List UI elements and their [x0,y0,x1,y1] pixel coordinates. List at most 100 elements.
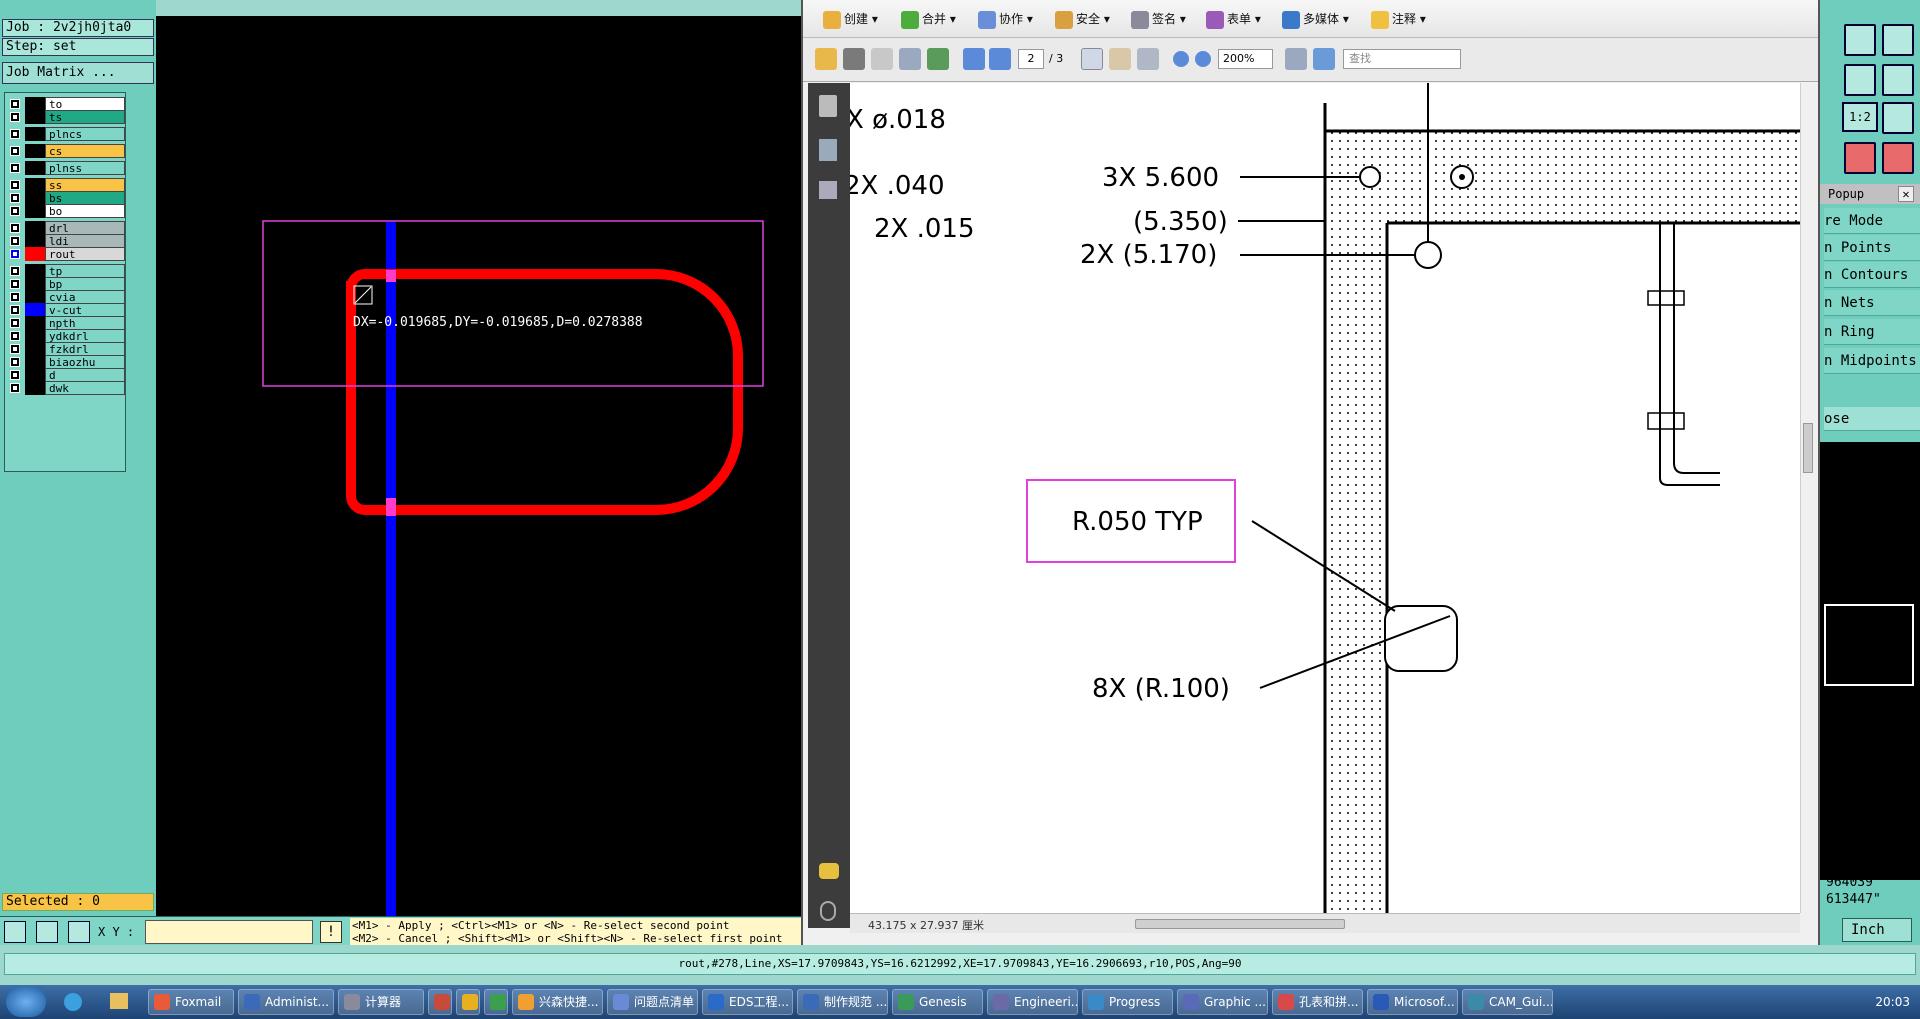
layer-checkbox[interactable] [10,129,20,139]
job-matrix-button[interactable]: Job Matrix ... [2,62,154,84]
layer-row-ts[interactable]: ts [7,110,125,124]
layer-color-swatch[interactable] [25,264,45,278]
taskbar-item[interactable]: Administ... [238,989,334,1015]
layer-color-swatch[interactable] [25,290,45,304]
sign-menu[interactable]: 签名 ▾ [1131,10,1186,29]
next-page-icon[interactable] [989,48,1011,70]
layer-row-ydkdrl[interactable]: ydkdrl [7,329,125,343]
layer-name[interactable]: v-cut [45,303,125,317]
layer-row-dwk[interactable]: dwk [7,381,125,395]
layer-name[interactable]: cvia [45,290,125,304]
taskbar-item[interactable] [484,989,508,1015]
layer-checkbox[interactable] [10,357,20,367]
horizontal-scrollbar[interactable] [1135,919,1345,929]
taskbar-item[interactable]: Progress [1082,989,1173,1015]
select-tool-icon[interactable] [1081,48,1103,70]
layer-checkbox[interactable] [10,383,20,393]
canvas-drawing[interactable]: DX=-0.019685,DY=-0.019685,D=0.0278388 [156,16,801,916]
layer-name[interactable]: d [45,368,125,382]
layers-toggle-icon[interactable] [1844,142,1876,174]
start-button[interactable] [6,987,46,1017]
taskbar-item[interactable]: Microsof... [1367,989,1458,1015]
layer-checkbox[interactable] [10,146,20,156]
snap-nets-item[interactable]: n Nets [1824,290,1920,316]
layer-color-swatch[interactable] [25,234,45,248]
layer-name[interactable]: npth [45,316,125,330]
layer-color-swatch[interactable] [25,97,45,111]
create-menu[interactable]: 创建 ▾ [823,10,878,29]
layer-color-swatch[interactable] [25,277,45,291]
fit-page-icon[interactable] [1285,48,1307,70]
layer-row-plncs[interactable]: plncs [7,127,125,141]
layer-checkbox[interactable] [10,266,20,276]
taskbar-item[interactable]: Engineeri... [987,989,1078,1015]
layer-checkbox[interactable] [10,163,20,173]
layer-row-ss[interactable]: ss [7,178,125,192]
layer-checkbox[interactable] [10,249,20,259]
layer-name[interactable]: to [45,97,125,111]
layer-row-npth[interactable]: npth [7,316,125,330]
close-button[interactable]: ose [1824,407,1920,431]
layer-row-v-cut[interactable]: v-cut [7,303,125,317]
layer-checkbox[interactable] [10,112,20,122]
layer-color-swatch[interactable] [25,381,45,395]
collaborate-menu[interactable]: 协作 ▾ [978,10,1033,29]
taskbar-item[interactable] [428,989,452,1015]
taskbar-item[interactable]: EDS工程... [702,989,793,1015]
page-number-input[interactable]: 2 [1018,49,1044,69]
scale-icon[interactable]: 1:2 [1842,102,1878,132]
close-icon[interactable]: ✕ [1898,186,1914,202]
snap-mode-item[interactable]: re Mode [1824,208,1920,234]
layer-name[interactable]: ydkdrl [45,329,125,343]
layer-name[interactable]: plnss [45,161,125,175]
home-icon[interactable] [1844,24,1876,56]
snap-icon[interactable] [1882,64,1914,96]
bookmarks-icon[interactable] [819,139,837,161]
comment-menu[interactable]: 注释 ▾ [1371,10,1426,29]
open-icon[interactable] [815,48,837,70]
layer-row-biaozhu[interactable]: biaozhu [7,355,125,369]
select-mode-icon[interactable] [4,921,26,943]
combine-menu[interactable]: 合并 ▾ [901,10,956,29]
layer-row-cs[interactable]: cs [7,144,125,158]
save-icon[interactable] [871,48,893,70]
layer-name[interactable]: ss [45,178,125,192]
layer-row-bo[interactable]: bo [7,204,125,218]
layer-color-swatch[interactable] [25,329,45,343]
layer-row-drl[interactable]: drl [7,221,125,235]
layer-name[interactable]: ts [45,110,125,124]
snap-contours-item[interactable]: n Contours [1824,262,1920,288]
layer-checkbox[interactable] [10,99,20,109]
layers-toggle-icon[interactable] [1882,142,1914,174]
taskbar-item[interactable]: 兴森快捷... [512,989,603,1015]
layer-row-ldi[interactable]: ldi [7,234,125,248]
signatures-icon[interactable] [819,181,837,199]
layer-name[interactable]: plncs [45,127,125,141]
layer-row-d[interactable]: d [7,368,125,382]
taskbar-item[interactable]: 孔表和拼... [1272,989,1363,1015]
layer-checkbox[interactable] [10,331,20,341]
help-icon[interactable] [1882,102,1914,134]
layer-name[interactable]: bo [45,204,125,218]
forms-menu[interactable]: 表单 ▾ [1206,10,1261,29]
prev-page-icon[interactable] [963,48,985,70]
layer-name[interactable]: cs [45,144,125,158]
taskbar-item[interactable] [456,989,480,1015]
taskbar-item[interactable]: 计算器 [338,989,424,1015]
layer-name[interactable]: bp [45,277,125,291]
snap-points-item[interactable]: n Points [1824,235,1920,261]
layer-row-plnss[interactable]: plnss [7,161,125,175]
multimedia-menu[interactable]: 多媒体 ▾ [1282,10,1349,29]
layer-checkbox[interactable] [10,292,20,302]
layer-color-swatch[interactable] [25,355,45,369]
info-icon[interactable]: ! [320,921,342,943]
layer-color-swatch[interactable] [25,161,45,175]
layer-checkbox[interactable] [10,206,20,216]
layer-name[interactable]: biaozhu [45,355,125,369]
zoom-select[interactable]: 200% [1218,49,1273,69]
grid-mode-icon[interactable] [68,921,90,943]
layer-name[interactable]: drl [45,221,125,235]
share-icon[interactable] [927,48,949,70]
layer-color-swatch[interactable] [25,178,45,192]
comments-icon[interactable] [819,863,839,879]
